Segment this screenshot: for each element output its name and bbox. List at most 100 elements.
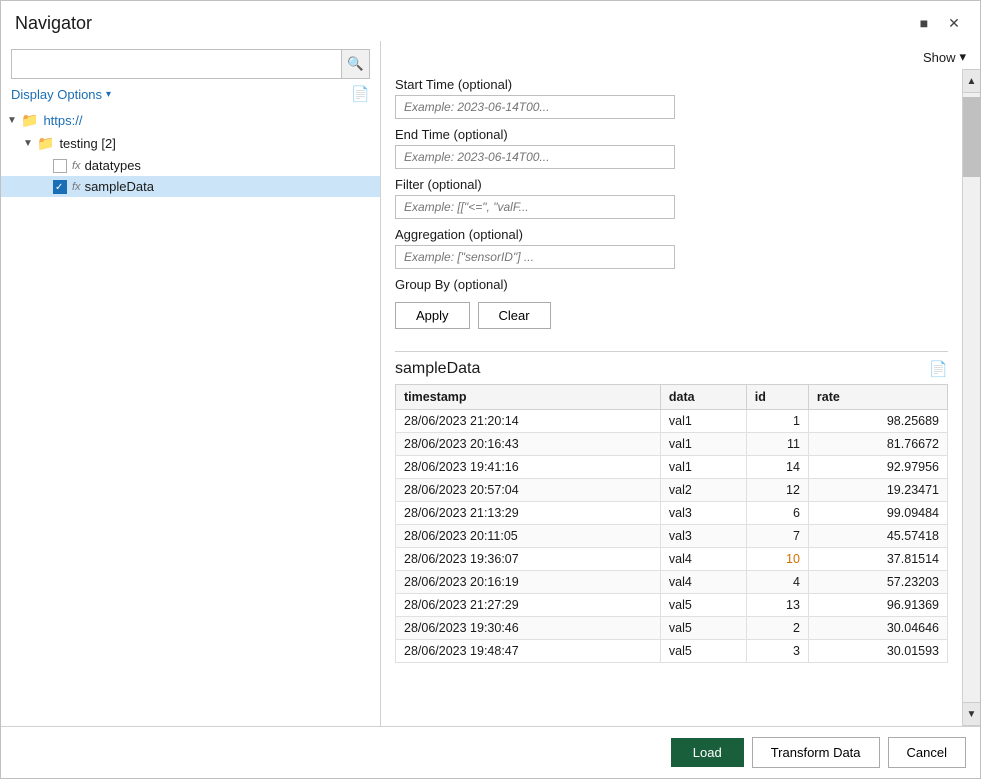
- left-panel: 🔍 Display Options ▾ 📄 ▼ 📁 http: [1, 41, 381, 726]
- filter-label: Filter (optional): [395, 177, 948, 192]
- main-content: 🔍 Display Options ▾ 📄 ▼ 📁 http: [1, 41, 980, 726]
- scroll-down-button[interactable]: ▼: [963, 702, 980, 726]
- cell-timestamp: 28/06/2023 19:36:07: [396, 548, 661, 571]
- search-bar: 🔍: [11, 49, 370, 79]
- dialog-title: Navigator: [15, 13, 92, 34]
- aggregation-input[interactable]: [395, 245, 675, 269]
- fx-icon-datatypes: fx: [72, 160, 81, 172]
- cell-data: val3: [660, 502, 746, 525]
- fx-icon-sampledata: fx: [72, 181, 81, 193]
- minimize-button[interactable]: ■: [912, 11, 936, 35]
- cell-timestamp: 28/06/2023 20:16:19: [396, 571, 661, 594]
- table-row: 28/06/2023 20:16:19val4457.23203: [396, 571, 948, 594]
- cell-id: 13: [746, 594, 808, 617]
- cell-rate: 98.25689: [808, 410, 947, 433]
- col-data: data: [660, 385, 746, 410]
- tree-arrow-testing: ▼: [23, 138, 37, 149]
- tree-item-testing[interactable]: ▼ 📁 testing [2]: [1, 132, 380, 155]
- group-by-label: Group By (optional): [395, 277, 948, 292]
- close-icon: ✕: [948, 15, 960, 32]
- cell-rate: 37.81514: [808, 548, 947, 571]
- cell-data: val4: [660, 571, 746, 594]
- end-time-input[interactable]: [395, 145, 675, 169]
- checkbox-datatypes[interactable]: [53, 159, 67, 173]
- table-row: 28/06/2023 20:16:43val11181.76672: [396, 433, 948, 456]
- form-section: Start Time (optional) End Time (optional…: [395, 77, 948, 345]
- divider: [395, 351, 948, 352]
- start-time-label: Start Time (optional): [395, 77, 948, 92]
- title-bar-controls: ■ ✕: [912, 11, 966, 35]
- tree-item-datatypes[interactable]: fx datatypes: [1, 155, 380, 176]
- cell-id: 2: [746, 617, 808, 640]
- right-panel-wrapper: Start Time (optional) End Time (optional…: [381, 69, 980, 726]
- tree-label-datatypes: datatypes: [85, 158, 141, 173]
- right-scroll-area: Start Time (optional) End Time (optional…: [381, 69, 962, 726]
- tree-label-sampledata: sampleData: [85, 179, 154, 194]
- cell-data: val1: [660, 456, 746, 479]
- preview-file-icon[interactable]: 📄: [929, 360, 948, 378]
- tree-item-root[interactable]: ▼ 📁 https://: [1, 109, 380, 132]
- cell-id: 12: [746, 479, 808, 502]
- search-button[interactable]: 🔍: [341, 50, 369, 78]
- cell-rate: 92.97956: [808, 456, 947, 479]
- tree-area: ▼ 📁 https:// ▼ 📁 testing [2] fx datatype…: [1, 109, 380, 726]
- table-row: 28/06/2023 19:48:47val5330.01593: [396, 640, 948, 663]
- table-row: 28/06/2023 21:27:29val51396.91369: [396, 594, 948, 617]
- tree-item-sampledata[interactable]: fx sampleData: [1, 176, 380, 197]
- cell-id: 14: [746, 456, 808, 479]
- end-time-label: End Time (optional): [395, 127, 948, 142]
- table-row: 28/06/2023 19:30:46val5230.04646: [396, 617, 948, 640]
- folder-icon-testing: 📁: [37, 135, 54, 152]
- cell-rate: 99.09484: [808, 502, 947, 525]
- start-time-input[interactable]: [395, 95, 675, 119]
- cell-id: 1: [746, 410, 808, 433]
- table-row: 28/06/2023 19:36:07val41037.81514: [396, 548, 948, 571]
- cell-timestamp: 28/06/2023 21:13:29: [396, 502, 661, 525]
- preview-title: sampleData 📄: [395, 360, 948, 378]
- cell-timestamp: 28/06/2023 20:11:05: [396, 525, 661, 548]
- title-bar: Navigator ■ ✕: [1, 1, 980, 41]
- checkbox-sampledata[interactable]: [53, 180, 67, 194]
- display-options-button[interactable]: Display Options ▾: [11, 87, 111, 102]
- show-button[interactable]: Show ▾: [923, 49, 966, 65]
- cell-id: 7: [746, 525, 808, 548]
- file-icon-button[interactable]: 📄: [351, 85, 370, 103]
- cell-id: 3: [746, 640, 808, 663]
- load-button[interactable]: Load: [671, 738, 744, 767]
- filter-input[interactable]: [395, 195, 675, 219]
- col-rate: rate: [808, 385, 947, 410]
- cell-timestamp: 28/06/2023 20:57:04: [396, 479, 661, 502]
- apply-button[interactable]: Apply: [395, 302, 470, 329]
- table-row: 28/06/2023 21:13:29val3699.09484: [396, 502, 948, 525]
- clear-button[interactable]: Clear: [478, 302, 551, 329]
- show-label: Show: [923, 50, 956, 65]
- transform-data-button[interactable]: Transform Data: [752, 737, 880, 768]
- file-icon: 📄: [351, 86, 370, 103]
- scroll-track: [963, 93, 980, 702]
- cancel-button[interactable]: Cancel: [888, 737, 966, 768]
- folder-icon-root: 📁: [21, 112, 38, 129]
- cell-timestamp: 28/06/2023 21:20:14: [396, 410, 661, 433]
- col-id: id: [746, 385, 808, 410]
- scroll-thumb[interactable]: [963, 97, 980, 177]
- cell-rate: 57.23203: [808, 571, 947, 594]
- cell-data: val5: [660, 640, 746, 663]
- cell-rate: 30.04646: [808, 617, 947, 640]
- tree-label-testing: testing [2]: [59, 136, 115, 151]
- cell-timestamp: 28/06/2023 19:30:46: [396, 617, 661, 640]
- right-top: Show ▾: [381, 41, 980, 69]
- minimize-icon: ■: [920, 15, 928, 31]
- aggregation-label: Aggregation (optional): [395, 227, 948, 242]
- close-button[interactable]: ✕: [942, 11, 966, 35]
- table-row: 28/06/2023 20:57:04val21219.23471: [396, 479, 948, 502]
- cell-rate: 81.76672: [808, 433, 947, 456]
- search-input[interactable]: [12, 52, 341, 77]
- cell-rate: 96.91369: [808, 594, 947, 617]
- preview-title-text: sampleData: [395, 360, 480, 378]
- table-row: 28/06/2023 21:20:14val1198.25689: [396, 410, 948, 433]
- cell-rate: 19.23471: [808, 479, 947, 502]
- cell-data: val5: [660, 594, 746, 617]
- show-chevron-icon: ▾: [959, 49, 966, 65]
- bottom-bar: Load Transform Data Cancel: [1, 726, 980, 778]
- scroll-up-button[interactable]: ▲: [963, 69, 980, 93]
